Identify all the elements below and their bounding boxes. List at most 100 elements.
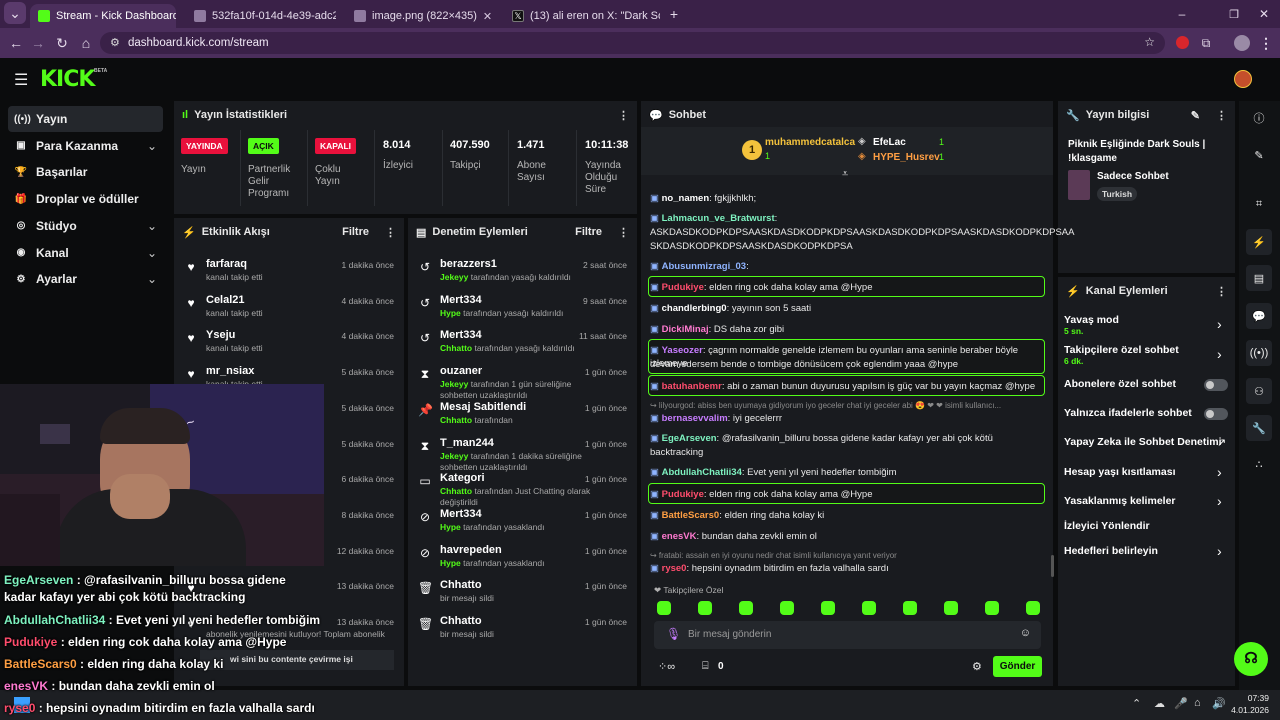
extension-red-icon[interactable] — [1176, 36, 1189, 49]
chat-scrollbar[interactable] — [1051, 555, 1054, 577]
tab-search-chevron-icon[interactable]: ⌄ — [4, 2, 26, 24]
chat-username[interactable]: DickiMinaj — [662, 324, 709, 335]
toggle-switch[interactable] — [1204, 379, 1228, 391]
emote-icon[interactable] — [944, 601, 958, 615]
sidebar-item[interactable]: ◉ Kanal ⌄ — [8, 240, 163, 266]
channel-action-label[interactable]: Yasaklanmış kelimeler — [1064, 495, 1176, 507]
chat-message[interactable]: ▣ EgeArseven: @rafasilvanin_billuru boss… — [650, 432, 1040, 445]
kick-logo[interactable]: KICK — [40, 67, 95, 92]
clock-date[interactable]: 4.01.2026 — [1228, 705, 1269, 715]
support-headset-icon[interactable]: ☊ — [1234, 642, 1268, 676]
browser-menu-icon[interactable]: ⋮ — [1254, 31, 1278, 55]
channel-action-label[interactable]: Hesap yaşı kısıtlaması — [1064, 466, 1176, 478]
chat-username[interactable]: chandlerbing0 — [662, 303, 727, 314]
moderation-item[interactable]: ⧗ T_man244 Jekeyy tarafından 1 dakika süre… — [408, 433, 637, 472]
maximize-icon[interactable]: ❐ — [1222, 2, 1246, 26]
microphone-icon[interactable]: 🎙 — [666, 627, 681, 641]
clock-time[interactable]: 07:39 — [1245, 693, 1269, 703]
chat-message[interactable]: SKDASDKODPKDPSAASKDASDKODPKDPSA — [650, 240, 1040, 253]
moderation-item[interactable]: 📌 Mesaj Sabitlendi Chhatto tarafından 1 gün… — [408, 397, 637, 433]
moderation-item[interactable]: ⊘ Mert334 Hype tarafından yasaklandı 1 gün … — [408, 504, 637, 540]
chat-message[interactable]: ▣ Pudukiye: elden ring cok daha kolay am… — [650, 488, 1040, 501]
bookmark-star-icon[interactable]: ☆ — [1144, 35, 1155, 49]
close-window-icon[interactable]: ✕ — [1252, 2, 1276, 26]
chat-message[interactable]: ▣ chandlerbing0: yayının son 5 saati — [650, 302, 1040, 315]
chat-username[interactable]: no_namen — [662, 193, 710, 204]
gifter-name[interactable]: HYPE_Husrev — [873, 152, 940, 163]
emote-icon[interactable] — [985, 601, 999, 615]
edit-pencil-icon[interactable]: ✎ — [1191, 109, 1200, 122]
browser-tab-3[interactable]: image.png (822×435) ✕ — [346, 4, 496, 28]
chevron-right-icon[interactable]: › — [1217, 543, 1222, 559]
chat-message[interactable]: ▣ BattleScars0: elden ring daha kolay ki — [650, 509, 1040, 522]
moderator-name[interactable]: Chhatto — [440, 486, 472, 496]
moderation-target-name[interactable]: T_man244 — [440, 437, 494, 449]
emote-icon[interactable] — [739, 601, 753, 615]
chat-username[interactable]: BattleScars0 — [662, 510, 720, 521]
chat-message[interactable]: ▣ enesVK: bundan daha zevkli emin ol — [650, 530, 1040, 543]
channel-action-label[interactable]: Yavaş mod — [1064, 314, 1119, 326]
gift-icon[interactable]: ⌸ — [702, 660, 709, 673]
sidebar-item[interactable]: 🎁 Droplar ve ödüller — [8, 186, 163, 212]
sidebar-item[interactable]: ⚙ Ayarlar ⌄ — [8, 266, 163, 292]
chat-message[interactable]: ▣ ryse0: hepsini oynadım bitirdim en faz… — [650, 562, 1040, 575]
chat-username[interactable]: AbdullahChatlii34 — [662, 467, 742, 478]
chat-username[interactable]: Pudukiye — [662, 282, 704, 293]
channel-action-label[interactable]: Takipçilere özel sohbet — [1064, 344, 1179, 356]
category-thumbnail[interactable] — [1068, 170, 1090, 200]
volume-icon[interactable]: 🔊 — [1212, 697, 1226, 710]
moderation-item[interactable]: ↺ Mert334 Chhatto tarafından yasağı kaldır… — [408, 325, 637, 361]
emote-icon[interactable] — [903, 601, 917, 615]
moderation-item[interactable]: ↺ berazzers1 Jekeyy tarafından yasağı kald… — [408, 254, 637, 290]
user-avatar[interactable] — [1234, 70, 1252, 88]
users-infinity-icon[interactable]: ⁘∞ — [658, 660, 675, 673]
kebab-menu-icon[interactable]: ⋮ — [1216, 109, 1227, 122]
activity-user-name[interactable]: mr_nsiax — [206, 365, 254, 377]
tab-close-icon[interactable]: ✕ — [483, 10, 492, 23]
chat-username[interactable]: batuhanbemr — [662, 381, 722, 392]
chat-message[interactable]: ▣ Abusunmizragi_03: — [650, 260, 1040, 273]
url-bar[interactable]: ⚙ dashboard.kick.com/stream ☆ — [100, 32, 1165, 54]
browser-tab-2[interactable]: 532fa10f-014d-4e39-adc2-056l ✕ — [186, 4, 336, 28]
emote-icon[interactable] — [657, 601, 671, 615]
activity-user-name[interactable]: Celal21 — [206, 294, 245, 306]
chat-message[interactable]: ▣ batuhanbemr: abi o zaman bunun duyurus… — [650, 380, 1040, 393]
emote-icon[interactable] — [862, 601, 876, 615]
moderator-name[interactable]: Hype — [440, 558, 461, 568]
chat-message[interactable]: ▣ Lahmacun_ve_Bratwurst: — [650, 212, 1040, 225]
extensions-puzzle-icon[interactable]: ⧉ — [1194, 31, 1218, 55]
more-dots-icon[interactable]: ∴ — [1246, 451, 1272, 477]
activity-item[interactable]: ♥ farfaraq kanalı takip etti 1 dakika önce — [174, 254, 404, 290]
emote-icon[interactable] — [780, 601, 794, 615]
browser-tab-4[interactable]: 𝕏 (13) ali eren on X: "Dark Souls 3 ✕ — [504, 4, 660, 28]
moderator-name[interactable]: Jekeyy — [440, 451, 468, 461]
chevron-down-icon[interactable]: ⌄ — [147, 272, 157, 286]
moderation-item[interactable]: ⧗ ouzaner Jekeyy tarafından 1 gün süreliği… — [408, 361, 637, 400]
top-gifter-name[interactable]: muhammedcatalca — [765, 137, 855, 148]
chat-username[interactable]: EgeArseven — [662, 433, 717, 444]
new-tab-button[interactable]: + — [662, 2, 686, 26]
forward-arrow-icon[interactable]: → — [26, 31, 50, 55]
info-icon[interactable]: ⓘ — [1246, 105, 1272, 131]
chat-message[interactable]: devam edersem bende o tombige dönüsücem … — [650, 358, 1040, 371]
home-icon[interactable]: ⌂ — [74, 31, 98, 55]
pencil-icon[interactable]: ✎ — [1246, 142, 1272, 168]
browser-tab-kick-dashboard[interactable]: Stream - Kick Dashboard ✕ — [30, 4, 176, 28]
chat-username[interactable]: Pudukiye — [662, 489, 704, 500]
chat-message[interactable]: ↪ fratabi: assain en iyi oyunu nedir cha… — [650, 549, 1040, 562]
chat-message[interactable]: ↪ lilyourgod: abiss ben uyumaya gidiyoru… — [650, 399, 1040, 412]
stream-category[interactable]: Sadece Sohbet — [1097, 171, 1169, 182]
moderator-name[interactable]: Hype — [440, 522, 461, 532]
back-arrow-icon[interactable]: ← — [4, 31, 28, 55]
moderation-target-name[interactable]: Mert334 — [440, 508, 482, 520]
sidebar-item[interactable]: ▣ Para Kazanma ⌄ — [8, 133, 163, 159]
chevron-right-icon[interactable]: › — [1217, 493, 1222, 509]
activity-user-name[interactable]: farfaraq — [206, 258, 247, 270]
moderation-item[interactable]: ⊘ havrepeden Hype tarafından yasaklandı 1 g… — [408, 540, 637, 576]
chat-bubble-icon[interactable]: 💬 — [1246, 303, 1272, 329]
sidebar-item[interactable]: ((•)) Yayın — [8, 106, 163, 132]
minimize-icon[interactable]: – — [1170, 2, 1194, 26]
emote-icon[interactable] — [1026, 601, 1040, 615]
chat-username[interactable]: ryse0 — [662, 563, 687, 574]
channel-action-label[interactable]: Yalnızca ifadelerle sohbet — [1064, 407, 1192, 419]
